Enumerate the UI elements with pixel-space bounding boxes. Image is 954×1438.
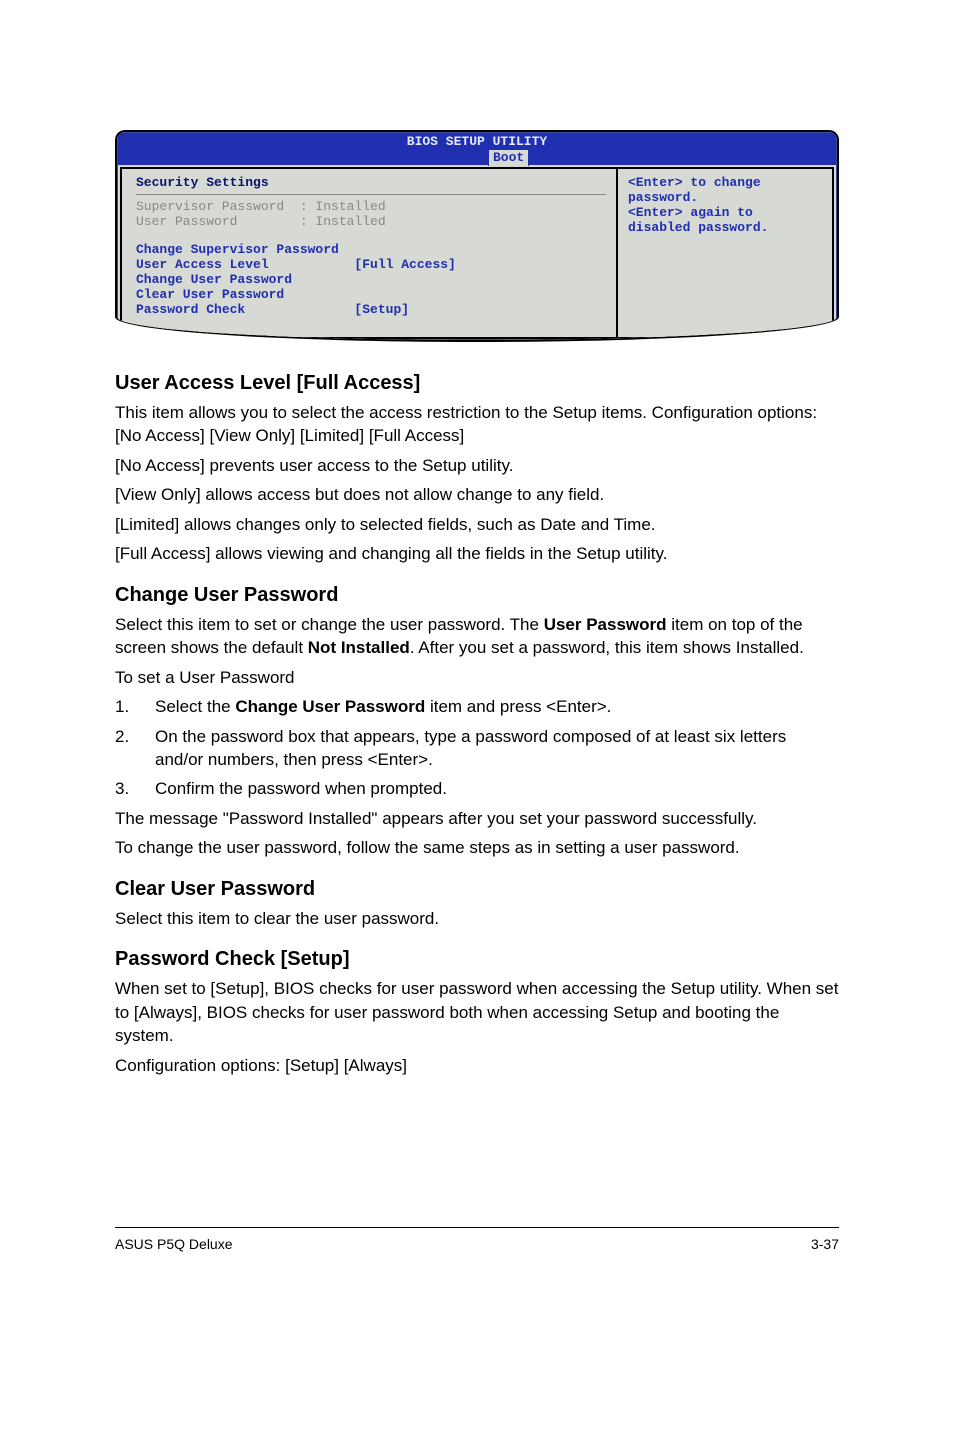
option-limited: [Limited] allows changes only to selecte… [115, 513, 839, 536]
bios-help-panel: <Enter> to change password. <Enter> agai… [616, 167, 834, 339]
footer-left: ASUS P5Q Deluxe [115, 1236, 233, 1252]
bios-help-line: <Enter> to change [628, 175, 822, 190]
change-user-password-row: Change User Password [136, 272, 606, 287]
paragraph: This item allows you to select the acces… [115, 401, 839, 448]
paragraph: Select this item to clear the user passw… [115, 907, 839, 930]
bios-help-line: password. [628, 190, 822, 205]
heading-clear-user-password: Clear User Password [115, 878, 839, 901]
change-supervisor-password-row: Change Supervisor Password [136, 242, 606, 257]
divider [136, 194, 606, 195]
bios-title: BIOS SETUP UTILITY [118, 134, 836, 149]
paragraph: To change the user password, follow the … [115, 836, 839, 859]
user-password-row: User Password : Installed [136, 214, 606, 229]
bios-left-panel: Security Settings Supervisor Password : … [120, 167, 616, 339]
clear-user-password-row: Clear User Password [136, 287, 606, 302]
paragraph: When set to [Setup], BIOS checks for use… [115, 977, 839, 1047]
bios-screenshot: BIOS SETUP UTILITY Boot Security Setting… [115, 130, 839, 342]
bios-tab-boot: Boot [488, 149, 529, 166]
step-3: 3.Confirm the password when prompted. [115, 777, 839, 800]
bios-header: BIOS SETUP UTILITY Boot [118, 133, 836, 165]
heading-user-access-level: User Access Level [Full Access] [115, 372, 839, 395]
supervisor-password-row: Supervisor Password : Installed [136, 199, 606, 214]
user-access-level-row: User Access Level [Full Access] [136, 257, 606, 272]
paragraph: Configuration options: [Setup] [Always] [115, 1054, 839, 1077]
bios-help-line: disabled password. [628, 220, 822, 235]
security-settings-heading: Security Settings [136, 175, 606, 190]
footer-right: 3-37 [811, 1236, 839, 1252]
heading-password-check: Password Check [Setup] [115, 948, 839, 971]
paragraph: Select this item to set or change the us… [115, 613, 839, 660]
paragraph: To set a User Password [115, 666, 839, 689]
option-no-access: [No Access] prevents user access to the … [115, 454, 839, 477]
step-1: 1.Select the Change User Password item a… [115, 695, 839, 718]
option-full-access: [Full Access] allows viewing and changin… [115, 542, 839, 565]
steps-list: 1.Select the Change User Password item a… [115, 695, 839, 801]
step-2: 2.On the password box that appears, type… [115, 725, 839, 772]
paragraph: The message "Password Installed" appears… [115, 807, 839, 830]
password-check-row: Password Check [Setup] [136, 302, 606, 317]
heading-change-user-password: Change User Password [115, 584, 839, 607]
bios-help-line: <Enter> again to [628, 205, 822, 220]
option-view-only: [View Only] allows access but does not a… [115, 483, 839, 506]
page-footer: ASUS P5Q Deluxe 3-37 [115, 1227, 839, 1252]
